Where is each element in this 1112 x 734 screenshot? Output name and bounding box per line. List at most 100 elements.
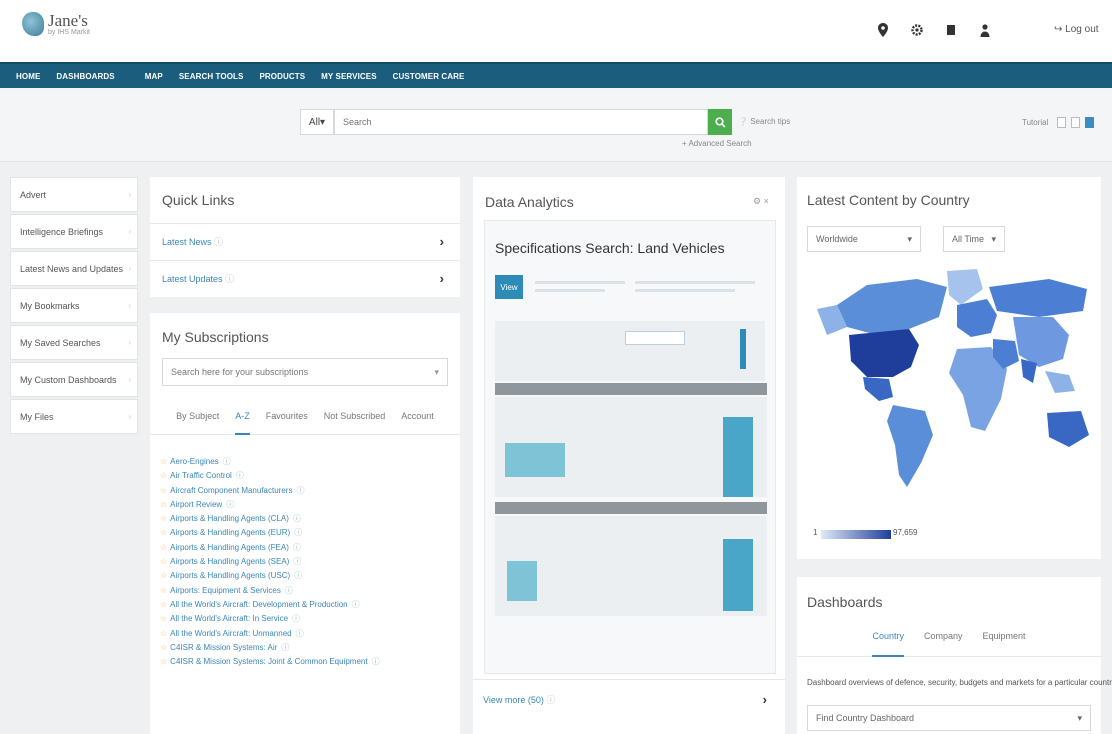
star-icon[interactable]: ☆: [160, 457, 167, 466]
advanced-search-link[interactable]: + Advanced Search: [682, 139, 752, 148]
close-icon[interactable]: ×: [764, 196, 769, 206]
star-icon[interactable]: ☆: [160, 514, 167, 523]
nav-products[interactable]: PRODUCTS: [251, 72, 313, 81]
chevron-right-icon: ›: [128, 190, 131, 199]
tab-not-subscribed[interactable]: Not Subscribed: [324, 409, 386, 435]
list-item[interactable]: ☆ Airports & Handling Agents (SEA) ⓘ: [160, 556, 456, 570]
search-tips-link[interactable]: ❔ Search tips: [738, 117, 790, 126]
star-icon[interactable]: ☆: [160, 543, 167, 552]
analytics-carousel-slide[interactable]: Specifications Search: Land Vehicles Vie…: [484, 220, 776, 674]
nav-map[interactable]: MAP: [137, 72, 171, 81]
tab-a-z[interactable]: A-Z: [235, 409, 250, 435]
bookmark-icon[interactable]: [944, 22, 958, 38]
nav-home[interactable]: HOME: [8, 72, 48, 81]
list-item-label: Airports: Equipment & Services: [170, 585, 281, 595]
layout-two-column-icon[interactable]: [1071, 117, 1081, 128]
tab-favourites[interactable]: Favourites: [266, 409, 308, 435]
subscriptions-title: My Subscriptions: [162, 329, 269, 345]
placeholder-text-line: [635, 289, 735, 292]
tab-account[interactable]: Account: [401, 409, 434, 435]
list-item[interactable]: ☆ C4ISR & Mission Systems: Joint & Common…: [160, 656, 456, 670]
list-item[interactable]: ☆ Air Traffic Control ⓘ: [160, 470, 456, 484]
chevron-right-icon: ›: [128, 338, 131, 347]
list-item-label: All the World's Aircraft: Development & …: [170, 599, 348, 609]
info-icon: ⓘ: [295, 628, 304, 638]
star-icon[interactable]: ☆: [160, 629, 167, 638]
layout-three-column-icon[interactable]: [1085, 117, 1095, 128]
nav-my-services[interactable]: MY SERVICES: [313, 72, 385, 81]
tab-company[interactable]: Company: [924, 625, 963, 657]
sidebar-item-latest-news[interactable]: Latest News and Updates ›: [10, 251, 138, 286]
janes-logo[interactable]: Jane's by IHS Markit: [22, 12, 90, 36]
star-icon[interactable]: ☆: [160, 557, 167, 566]
star-icon[interactable]: ☆: [160, 500, 167, 509]
list-item[interactable]: ☆ C4ISR & Mission Systems: Air ⓘ: [160, 642, 456, 656]
dashboards-description: Dashboard overviews of defence, security…: [807, 678, 1112, 687]
period-select[interactable]: All Time ▾: [943, 226, 1005, 252]
list-item[interactable]: ☆ Airports & Handling Agents (EUR) ⓘ: [160, 527, 456, 541]
quick-links-title: Quick Links: [162, 192, 235, 208]
sidebar-item-advert[interactable]: Advert ›: [10, 177, 138, 212]
sidebar-item-label: My Custom Dashboards: [20, 374, 117, 385]
sidebar-item-custom-dashboards[interactable]: My Custom Dashboards ›: [10, 362, 138, 397]
star-icon[interactable]: ☆: [160, 657, 167, 666]
star-icon[interactable]: ☆: [160, 586, 167, 595]
sidebar-item-files[interactable]: My Files ›: [10, 399, 138, 434]
star-icon[interactable]: ☆: [160, 643, 167, 652]
sidebar-item-label: Intelligence Briefings: [20, 226, 104, 237]
layout-one-column-icon[interactable]: [1057, 117, 1067, 128]
country-dashboard-select[interactable]: Find Country Dashboard ▾: [807, 705, 1091, 731]
tab-by-subject[interactable]: By Subject: [176, 409, 219, 435]
settings-icon[interactable]: [910, 22, 924, 38]
list-item[interactable]: ☆ Airports: Equipment & Services ⓘ: [160, 585, 456, 599]
nav-search-tools[interactable]: SEARCH TOOLS: [171, 72, 252, 81]
location-icon[interactable]: [876, 22, 890, 38]
list-item[interactable]: ☆ Airports & Handling Agents (FEA) ⓘ: [160, 542, 456, 556]
view-more-link[interactable]: View more (50) ⓘ ›: [473, 679, 785, 719]
tutorial-link[interactable]: Tutorial: [1022, 118, 1048, 127]
tab-country[interactable]: Country: [872, 625, 904, 657]
star-icon[interactable]: ☆: [160, 486, 167, 495]
list-item-label: C4ISR & Mission Systems: Joint & Common …: [170, 657, 368, 667]
settings-icon[interactable]: ⚙: [753, 196, 761, 206]
nav-dashboards[interactable]: DASHBOARDS: [48, 72, 122, 81]
subscriptions-search-input[interactable]: Search here for your subscriptions ▾: [162, 358, 448, 386]
logout-link[interactable]: ↪ Log out: [1054, 24, 1099, 35]
user-icon[interactable]: [978, 22, 992, 38]
world-choropleth-map[interactable]: [807, 265, 1091, 495]
panel-controls[interactable]: ⚙ ×: [753, 196, 769, 207]
star-icon[interactable]: ☆: [160, 571, 167, 580]
sidebar-item-label: My Files: [20, 411, 54, 422]
info-icon: ⓘ: [222, 457, 231, 466]
logo-mark-icon: [22, 12, 44, 36]
search-button[interactable]: [708, 109, 732, 135]
sidebar-item-label: My Saved Searches: [20, 337, 101, 348]
list-item[interactable]: ☆ Airports & Handling Agents (USC) ⓘ: [160, 570, 456, 584]
list-item-label: Airports & Handling Agents (FEA): [170, 542, 289, 552]
list-item[interactable]: ☆ Airport Review ⓘ: [160, 499, 456, 513]
region-select[interactable]: Worldwide ▾: [807, 226, 921, 252]
search-scope-select[interactable]: All ▾: [300, 109, 334, 135]
list-item[interactable]: ☆ Aero-Engines ⓘ: [160, 456, 456, 470]
view-button[interactable]: View: [495, 275, 523, 299]
list-item[interactable]: ☆ All the World's Aircraft: In Service ⓘ: [160, 613, 456, 627]
tab-equipment[interactable]: Equipment: [983, 625, 1026, 657]
sidebar-item-saved-searches[interactable]: My Saved Searches ›: [10, 325, 138, 360]
filters-block: [495, 321, 765, 381]
nav-customer-care[interactable]: CUSTOMER CARE: [385, 72, 473, 81]
star-icon[interactable]: ☆: [160, 600, 167, 609]
sidebar-item-bookmarks[interactable]: My Bookmarks ›: [10, 288, 138, 323]
list-item[interactable]: ☆ All the World's Aircraft: Unmanned ⓘ: [160, 628, 456, 642]
subscriptions-list: ☆ Aero-Engines ⓘ ☆ Air Traffic Control ⓘ ☆ Airc…: [160, 456, 456, 670]
list-item[interactable]: ☆ Airports & Handling Agents (CLA) ⓘ: [160, 513, 456, 527]
star-icon[interactable]: ☆: [160, 528, 167, 537]
quick-link-latest-news[interactable]: Latest News ⓘ ›: [150, 223, 460, 259]
map-region-mexico: [863, 377, 893, 401]
star-icon[interactable]: ☆: [160, 614, 167, 623]
search-input[interactable]: [334, 109, 708, 135]
list-item[interactable]: ☆ Aircraft Component Manufacturers ⓘ: [160, 485, 456, 499]
star-icon[interactable]: ☆: [160, 471, 167, 480]
list-item[interactable]: ☆ All the World's Aircraft: Development &…: [160, 599, 456, 613]
quick-link-latest-updates[interactable]: Latest Updates ⓘ ›: [150, 260, 460, 296]
sidebar-item-intelligence-briefings[interactable]: Intelligence Briefings ›: [10, 214, 138, 249]
